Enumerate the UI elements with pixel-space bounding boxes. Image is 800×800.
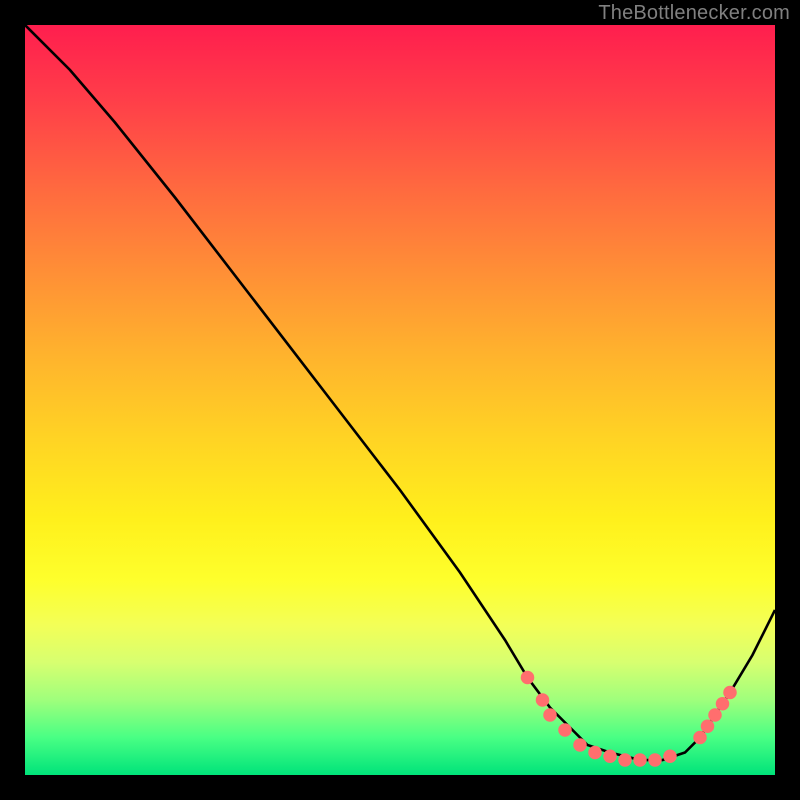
curve-marker — [536, 693, 550, 707]
curve-marker — [573, 738, 587, 752]
chart-svg — [25, 25, 775, 775]
curve-marker — [663, 750, 677, 764]
curve-marker — [588, 746, 602, 760]
curve-marker — [618, 753, 632, 767]
curve-marker — [693, 731, 707, 745]
curve-marker — [558, 723, 572, 737]
curve-marker — [543, 708, 557, 722]
curve-marker — [633, 753, 647, 767]
curve-marker — [723, 686, 737, 700]
curve-markers — [521, 671, 737, 767]
curve-marker — [603, 750, 617, 764]
curve-marker — [716, 697, 730, 711]
curve-marker — [708, 708, 722, 722]
curve-marker — [648, 753, 662, 767]
plot-area — [25, 25, 775, 775]
chart-frame: TheBottlenecker.com — [0, 0, 800, 800]
bottleneck-curve — [25, 25, 775, 760]
curve-marker — [701, 720, 715, 734]
watermark-text: TheBottlenecker.com — [598, 2, 790, 25]
curve-marker — [521, 671, 535, 685]
